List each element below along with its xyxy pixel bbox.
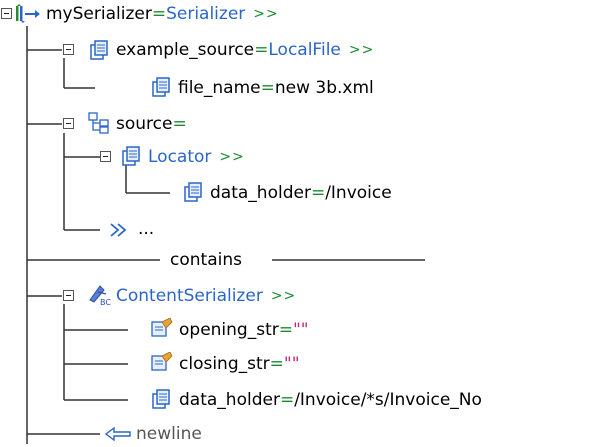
expand-more-link[interactable]: >> <box>271 283 296 309</box>
source-tree-icon <box>88 112 109 134</box>
tree-node-example-source[interactable]: example_source = LocalFile >> <box>116 37 374 63</box>
string-property-icon <box>151 352 173 371</box>
collapse-minus-icon[interactable] <box>63 44 74 55</box>
node-equals: = <box>260 78 275 98</box>
tree-node-closing-str[interactable]: closing_str = "" <box>179 351 300 377</box>
content-serializer-icon: BC <box>89 285 111 306</box>
collapse-minus-icon[interactable] <box>63 290 74 301</box>
tree-node-content-serializer[interactable]: ContentSerializer >> <box>116 283 296 309</box>
tree-node-more-children[interactable]: ... <box>134 216 154 242</box>
tree-node-root[interactable]: mySerializer = Serializer >> <box>46 1 279 27</box>
property-icon <box>152 77 170 97</box>
node-equals: = <box>310 183 326 203</box>
tree-view: mySerializer = Serializer >> example_sou… <box>0 0 597 444</box>
tree-node-opening-str[interactable]: opening_str = "" <box>179 317 309 343</box>
newline-label: newline <box>136 424 202 444</box>
contains-separator: contains <box>170 247 242 273</box>
node-value[interactable]: /Invoice <box>325 180 392 206</box>
node-name: opening_str <box>179 320 279 340</box>
tree-node-locator[interactable]: Locator >> <box>148 144 245 170</box>
node-equals: = <box>172 114 187 134</box>
ellipsis-text: ... <box>138 219 155 239</box>
property-icon <box>184 182 202 202</box>
tree-lines <box>26 26 425 444</box>
property-icon <box>90 40 108 60</box>
node-name: file_name <box>178 78 261 98</box>
tree-node-cs-data-holder[interactable]: data_holder = /Invoice/*s/Invoice_No <box>179 387 482 413</box>
collapse-minus-icon[interactable] <box>100 151 111 162</box>
serializer-flow-icon <box>16 4 40 23</box>
property-icon <box>152 389 170 409</box>
tree-node-file-name[interactable]: file_name = new 3b.xml <box>178 75 374 101</box>
node-type-link[interactable]: ContentSerializer <box>116 283 263 309</box>
newline-arrow-icon <box>104 426 131 442</box>
svg-text:BC: BC <box>100 298 111 306</box>
node-value[interactable]: "" <box>284 351 300 377</box>
expand-more-link[interactable]: >> <box>349 37 374 63</box>
node-equals: = <box>254 40 269 60</box>
node-value[interactable]: /Invoice/*s/Invoice_No <box>294 387 482 413</box>
node-equals: = <box>279 390 295 410</box>
node-name: example_source <box>116 40 255 60</box>
double-chevron-icon[interactable] <box>108 220 134 240</box>
tree-node-locator-data-holder[interactable]: data_holder = /Invoice <box>210 180 392 206</box>
node-name: source <box>116 114 173 134</box>
node-equals: = <box>278 320 293 340</box>
collapse-minus-icon[interactable] <box>63 118 74 129</box>
node-type-link[interactable]: LocalFile <box>268 37 341 63</box>
tree-node-newline[interactable]: newline <box>136 421 202 447</box>
property-icon <box>122 146 140 166</box>
node-type-link[interactable]: Serializer <box>166 1 245 27</box>
tree-node-source[interactable]: source = <box>116 111 187 137</box>
collapse-minus-icon[interactable] <box>1 8 12 19</box>
node-value[interactable]: new 3b.xml <box>275 75 374 101</box>
node-type-link[interactable]: Locator <box>148 144 211 170</box>
expand-more-link[interactable]: >> <box>219 144 244 170</box>
node-name: data_holder <box>210 183 311 203</box>
node-equals: = <box>151 4 167 24</box>
string-property-icon <box>151 318 173 337</box>
contains-label: contains <box>170 250 242 270</box>
node-name: mySerializer <box>46 4 152 24</box>
node-value[interactable]: "" <box>293 317 309 343</box>
expand-more-link[interactable]: >> <box>253 1 278 27</box>
node-name: closing_str <box>179 354 270 374</box>
node-equals: = <box>269 354 284 374</box>
node-name: data_holder <box>179 390 280 410</box>
